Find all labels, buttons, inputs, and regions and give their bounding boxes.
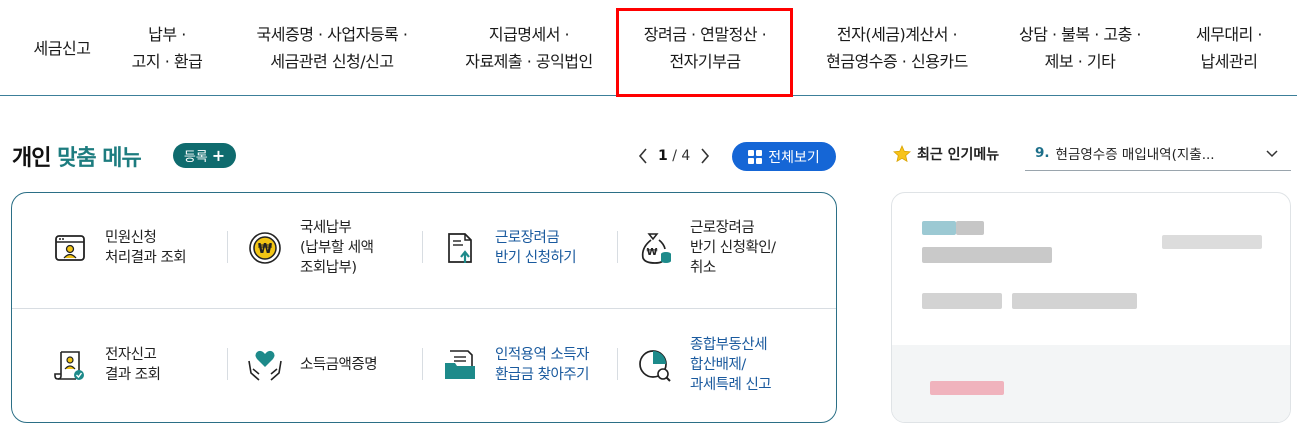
document-upload-icon [440,228,480,268]
won-coin-icon: ₩ [245,228,285,268]
nav-payment-statement[interactable]: 지급명세서 · 자료제출 · 공익법인 [448,0,610,96]
menu-item-label: 소득금액증명 [300,357,378,373]
view-all-button[interactable]: 전체보기 [732,142,836,171]
nav-incentive-yearend[interactable]: 장려금 · 연말정산 · 전자기부금 [624,0,786,96]
popular-menu-title: 최근 인기메뉴 [893,144,999,164]
folder-icon [440,345,480,385]
menu-item-label: 종합부동산세 합산배제/ 과세특례 신고 [690,337,772,393]
blurred-id [1012,293,1137,309]
hands-heart-icon [245,345,285,385]
chevron-left-icon [638,148,647,164]
card-footer [892,345,1290,422]
custom-menu-box: 민원신청 처리결과 조회 ₩ 국세납부 (납부할 세액 조회납부) 근로장려금 … [11,192,837,423]
popular-menu-title-text: 최근 인기메뉴 [917,147,1000,163]
chevron-down-icon [1266,150,1278,158]
star-icon [893,145,911,163]
user-info-card [891,192,1291,423]
menu-item-civil-petition-result[interactable]: 민원신청 처리결과 조회 [50,203,240,293]
chevron-right-icon [701,148,710,164]
menu-item-refund-finder[interactable]: 인적용역 소득자 환급금 찾아주기 [440,320,630,410]
custom-menu-title: 개인 맞춤 메뉴 [12,140,142,172]
register-button[interactable]: 등록 + [173,143,236,168]
prev-page-button[interactable] [636,143,650,169]
page-separator: / [672,148,677,164]
page-current: 1 [658,148,668,164]
menu-item-comprehensive-property-tax[interactable]: 종합부동산세 합산배제/ 과세특례 신고 [635,320,825,410]
menu-item-label: 근로장려금 반기 신청확인/ 취소 [690,220,776,276]
nav-payment-refund[interactable]: 납부 · 고지 · 환급 [118,0,216,96]
blurred-date [1162,235,1262,249]
menu-divider [12,308,836,309]
nav-tax-agent[interactable]: 세무대리 · 납세관리 [1170,0,1288,96]
menu-item-label: 국세납부 (납부할 세액 조회납부) [300,220,374,276]
svg-text:₩: ₩ [258,242,273,257]
svg-text:₩: ₩ [646,247,657,258]
document-person-icon [50,228,90,268]
page-total: 4 [681,148,691,164]
blurred-name [922,221,956,235]
menu-item-label: 민원신청 처리결과 조회 [105,230,187,266]
popular-menu-number: 9. [1035,145,1050,161]
menu-item-label: 근로장려금 반기 신청하기 [495,230,577,266]
money-bag-icon: ₩ [635,228,675,268]
nav-certificate-registration[interactable]: 국세증명 · 사업자등록 · 세금관련 신청/신고 [232,0,432,96]
popular-menu-selected: 현금영수증 매입내역(지출... [1055,147,1215,163]
menu-item-label: 전자신고 결과 조회 [105,347,161,383]
blurred-name [956,221,984,235]
custom-menu-title-accent: 맞춤 메뉴 [57,146,142,171]
plus-icon: + [211,145,226,165]
menu-item-income-certificate[interactable]: 소득금액증명 [245,320,435,410]
menu-item-label: 인적용역 소득자 환급금 찾아주기 [495,347,590,383]
menu-item-earned-income-apply[interactable]: 근로장려금 반기 신청하기 [440,203,630,293]
pie-search-icon [635,345,675,385]
grid-icon [748,149,763,164]
blurred-name [922,247,1052,263]
menu-item-e-filing-result[interactable]: 전자신고 결과 조회 [50,320,240,410]
custom-menu-title-prefix: 개인 [12,146,51,171]
register-label: 등록 [183,150,208,165]
view-all-label: 전체보기 [768,149,820,166]
next-page-button[interactable] [698,143,712,169]
scroll-check-icon [50,345,90,385]
popular-menu-select[interactable]: 9. 현금영수증 매입내역(지출... [1025,136,1291,171]
nav-consulting-appeal[interactable]: 상담 · 불복 · 고충 · 제보 · 기타 [1000,0,1160,96]
menu-item-tax-payment[interactable]: ₩ 국세납부 (납부할 세액 조회납부) [245,203,435,293]
nav-tax-return[interactable]: 세금신고 [14,0,110,96]
pager: 1 / 4 [636,143,712,169]
menu-item-earned-income-check-cancel[interactable]: ₩ 근로장려금 반기 신청확인/ 취소 [635,203,825,293]
blurred-mypage-link [930,381,1004,395]
nav-e-invoice-receipt[interactable]: 전자(세금)계산서 · 현금영수증 · 신용카드 [806,0,988,96]
top-navigation: 세금신고 납부 · 고지 · 환급 국세증명 · 사업자등록 · 세금관련 신청… [0,0,1297,97]
blurred-id [922,293,1002,309]
